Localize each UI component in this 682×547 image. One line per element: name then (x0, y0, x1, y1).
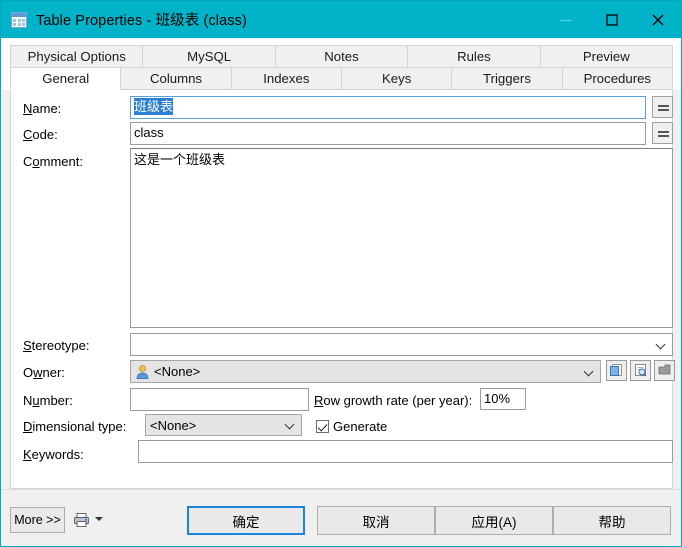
help-button[interactable]: 帮助 (553, 506, 671, 535)
tab-label: Indexes (263, 71, 310, 86)
tab-label: Keys (381, 71, 412, 86)
name-input[interactable]: 班级表 (130, 96, 646, 119)
tab-columns[interactable]: Columns (120, 67, 231, 90)
dimensional-type-combo[interactable]: <None> (145, 414, 302, 436)
code-equals-button[interactable] (652, 122, 673, 144)
table-icon (11, 11, 27, 28)
create-owner-button[interactable] (606, 360, 627, 381)
row-growth-rate-input[interactable]: 10% (480, 388, 526, 410)
ok-label: 确定 (232, 514, 260, 530)
tab-row-lower: General Columns Indexes Keys Triggers Pr… (10, 67, 673, 90)
apply-button[interactable]: 应用(A) (435, 506, 553, 535)
stereotype-label: Stereotype: (23, 338, 90, 353)
tab-physical-options[interactable]: Physical Options (10, 45, 143, 68)
printer-icon[interactable] (73, 512, 90, 531)
code-label: Code: (23, 127, 58, 142)
user-icon (136, 365, 149, 379)
window-title: Table Properties - 班级表 (class) (36, 13, 247, 29)
comment-label: Comment: (23, 154, 83, 169)
tab-label: Triggers (483, 71, 531, 86)
stereotype-combo[interactable] (130, 333, 673, 356)
cancel-button[interactable]: 取消 (317, 506, 435, 535)
minimize-icon[interactable] (543, 1, 589, 38)
chevron-down-icon[interactable] (95, 517, 103, 521)
properties-owner-button[interactable] (630, 360, 651, 381)
chevron-down-icon (657, 340, 666, 349)
keywords-label: Keywords: (23, 447, 84, 462)
tab-general[interactable]: General (10, 67, 121, 90)
dimensional-type-label: Dimensional type: (23, 419, 127, 434)
tab-label: Physical Options (27, 49, 126, 64)
more-button[interactable]: More >> (10, 507, 65, 533)
more-label: More >> (14, 513, 61, 527)
row-growth-rate-label: Row growth rate (per year): (314, 393, 473, 408)
dialog-footer: More >> 确定 取消 应用(A) 帮助 (1, 489, 681, 546)
tab-mysql[interactable]: MySQL (142, 45, 275, 68)
dimensional-type-value: <None> (150, 418, 197, 433)
title-bar: Table Properties - 班级表 (class) (1, 1, 681, 38)
owner-value: <None> (154, 364, 201, 379)
number-input[interactable] (130, 388, 309, 411)
generate-checkbox[interactable]: Generate (316, 418, 388, 434)
tab-preview[interactable]: Preview (539, 45, 674, 68)
name-equals-button[interactable] (652, 96, 673, 118)
tab-triggers[interactable]: Triggers (451, 67, 562, 90)
tab-label: General (42, 71, 90, 86)
tab-label: Preview (582, 49, 630, 64)
tab-procedures[interactable]: Procedures (561, 67, 673, 90)
tab-row-upper: Physical Options MySQL Notes Rules Previ… (10, 45, 674, 68)
tab-indexes[interactable]: Indexes (230, 67, 341, 90)
tab-keys[interactable]: Keys (340, 67, 452, 90)
table-properties-dialog: Table Properties - 班级表 (class) Physical … (0, 0, 682, 547)
chevron-down-icon (585, 367, 594, 376)
tab-notes[interactable]: Notes (274, 45, 408, 68)
tab-rules[interactable]: Rules (407, 45, 540, 68)
comment-textarea[interactable]: 这是一个班级表 (130, 148, 673, 328)
code-value: class (134, 125, 164, 140)
window-controls (543, 1, 681, 38)
ok-button[interactable]: 确定 (187, 506, 305, 535)
name-value: 班级表 (134, 98, 174, 115)
tab-label: MySQL (187, 49, 232, 64)
tab-strip: Physical Options MySQL Notes Rules Previ… (1, 38, 681, 90)
tab-label: Procedures (583, 71, 652, 86)
tab-label: Rules (457, 49, 491, 64)
apply-label: 应用(A) (471, 514, 517, 530)
comment-value: 这是一个班级表 (134, 152, 226, 167)
chevron-down-icon (286, 420, 295, 429)
number-label: Number: (23, 393, 73, 408)
tab-label: Columns (149, 71, 203, 86)
checkbox-box (316, 419, 329, 433)
code-input[interactable]: class (130, 122, 646, 145)
keywords-input[interactable] (138, 440, 673, 463)
owner-combo[interactable]: <None> (130, 360, 601, 383)
owner-label: Owner: (23, 365, 65, 380)
cancel-label: 取消 (362, 514, 390, 530)
maximize-icon[interactable] (589, 1, 635, 38)
generate-label: Generate (333, 418, 388, 434)
close-icon[interactable] (635, 1, 681, 38)
row-growth-rate-value: 10% (484, 391, 511, 406)
delete-owner-button[interactable] (654, 360, 675, 381)
name-label: Name: (23, 101, 62, 116)
general-tab-panel: Name: 班级表 Code: class Comment: 这是一个班级表 S… (10, 90, 675, 489)
help-label: 帮助 (598, 514, 626, 530)
tab-label: Notes (324, 49, 359, 64)
